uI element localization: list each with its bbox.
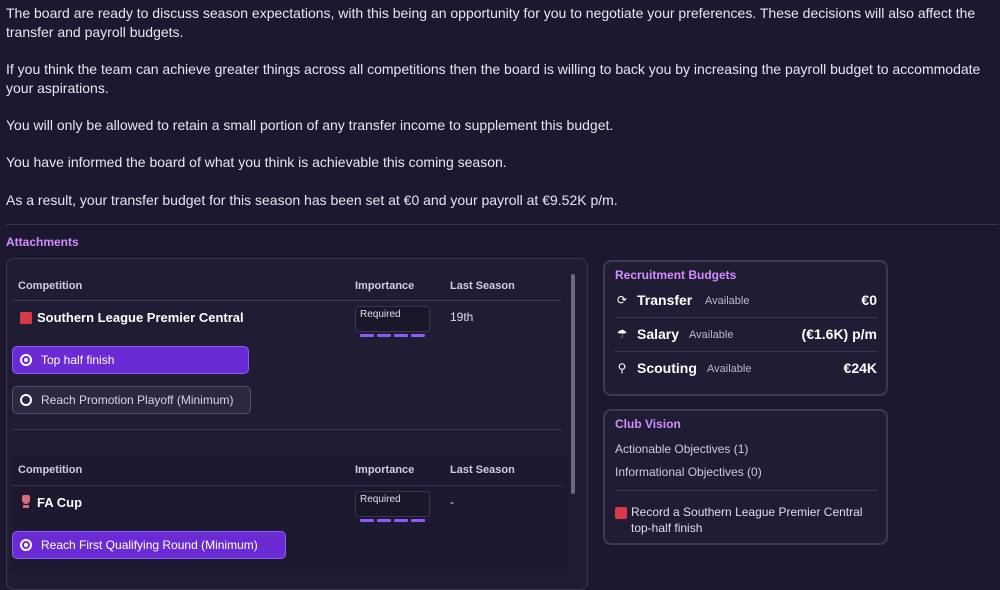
option-top-half-finish[interactable]: Top half finish bbox=[12, 346, 249, 374]
budget-value: €0 bbox=[861, 292, 877, 308]
competition-row: Southern League Premier Central Required… bbox=[12, 304, 562, 337]
column-competition: Competition bbox=[18, 280, 83, 292]
actionable-objectives[interactable]: Actionable Objectives (1) bbox=[615, 442, 748, 456]
option-reach-first-qualifying-round[interactable]: Reach First Qualifying Round (Minimum) bbox=[12, 531, 286, 559]
panel-title: Club Vision bbox=[615, 417, 681, 431]
importance-bars bbox=[360, 324, 428, 342]
intro-paragraph: As a result, your transfer budget for th… bbox=[6, 192, 618, 208]
intro-paragraph: If you think the team can achieve greate… bbox=[6, 61, 981, 96]
league-badge-icon bbox=[20, 312, 32, 324]
league-badge-icon bbox=[615, 507, 627, 519]
budget-row-scouting: ⚲ Scouting Available €24K bbox=[615, 352, 877, 385]
budget-value: €24K bbox=[843, 360, 877, 376]
radio-selected-icon bbox=[20, 354, 32, 366]
budget-row-salary: ☂ Salary Available (€1.6K) p/m bbox=[615, 318, 877, 351]
trophy-icon bbox=[22, 495, 30, 509]
budget-availability: Available bbox=[707, 363, 752, 375]
objective-text: Record a Southern League Premier Central… bbox=[631, 505, 863, 535]
divider bbox=[615, 490, 877, 491]
divider bbox=[6, 224, 999, 225]
radio-unselected-icon bbox=[20, 394, 32, 406]
table-header: Competition Importance Last Season bbox=[12, 271, 562, 301]
budget-value: (€1.6K) p/m bbox=[801, 326, 877, 342]
option-reach-promotion-playoff[interactable]: Reach Promotion Playoff (Minimum) bbox=[12, 386, 251, 414]
option-label: Top half finish bbox=[41, 353, 115, 367]
recruitment-budgets-panel: Recruitment Budgets ⟳ Transfer Available… bbox=[603, 260, 888, 396]
panel-title: Recruitment Budgets bbox=[615, 268, 737, 282]
importance-box: Required bbox=[355, 306, 430, 337]
budget-row-transfer: ⟳ Transfer Available €0 bbox=[615, 284, 877, 317]
competition-name: Southern League Premier Central bbox=[37, 310, 244, 325]
last-season-value: - bbox=[450, 495, 454, 509]
column-importance: Importance bbox=[355, 464, 415, 476]
radio-selected-icon bbox=[20, 539, 32, 551]
divider bbox=[12, 485, 562, 486]
scrollbar[interactable] bbox=[571, 274, 575, 494]
budget-availability: Available bbox=[689, 329, 734, 341]
competition-row: FA Cup Required - bbox=[12, 489, 562, 522]
budget-name: Salary bbox=[637, 326, 680, 342]
competition-name: FA Cup bbox=[37, 495, 83, 510]
transfer-icon: ⟳ bbox=[616, 293, 628, 307]
column-last-season: Last Season bbox=[450, 280, 515, 292]
column-competition: Competition bbox=[18, 464, 83, 476]
last-season-value: 19th bbox=[450, 310, 474, 324]
table-header: Competition Importance Last Season bbox=[12, 455, 562, 485]
club-vision-panel: Club Vision Actionable Objectives (1) In… bbox=[603, 409, 888, 545]
intro-paragraph: The board are ready to discuss season ex… bbox=[6, 5, 976, 40]
budget-name: Transfer bbox=[637, 292, 693, 308]
column-last-season: Last Season bbox=[450, 464, 515, 476]
intro-paragraph: You will only be allowed to retain a sma… bbox=[6, 117, 614, 133]
option-label: Reach Promotion Playoff (Minimum) bbox=[41, 393, 234, 407]
budget-name: Scouting bbox=[637, 360, 697, 376]
column-importance: Importance bbox=[355, 280, 415, 292]
budget-availability: Available bbox=[705, 295, 750, 307]
salary-icon: ☂ bbox=[616, 327, 628, 341]
option-label: Reach First Qualifying Round (Minimum) bbox=[41, 538, 258, 552]
divider bbox=[12, 300, 562, 301]
importance-label: Required bbox=[360, 309, 401, 320]
scouting-icon: ⚲ bbox=[617, 361, 627, 375]
attachments-heading: Attachments bbox=[6, 235, 79, 249]
importance-bars bbox=[360, 509, 428, 527]
importance-label: Required bbox=[360, 494, 401, 505]
importance-box: Required bbox=[355, 491, 430, 522]
informational-objectives[interactable]: Informational Objectives (0) bbox=[615, 465, 762, 479]
divider bbox=[12, 429, 562, 430]
intro-paragraph: You have informed the board of what you … bbox=[6, 154, 507, 170]
